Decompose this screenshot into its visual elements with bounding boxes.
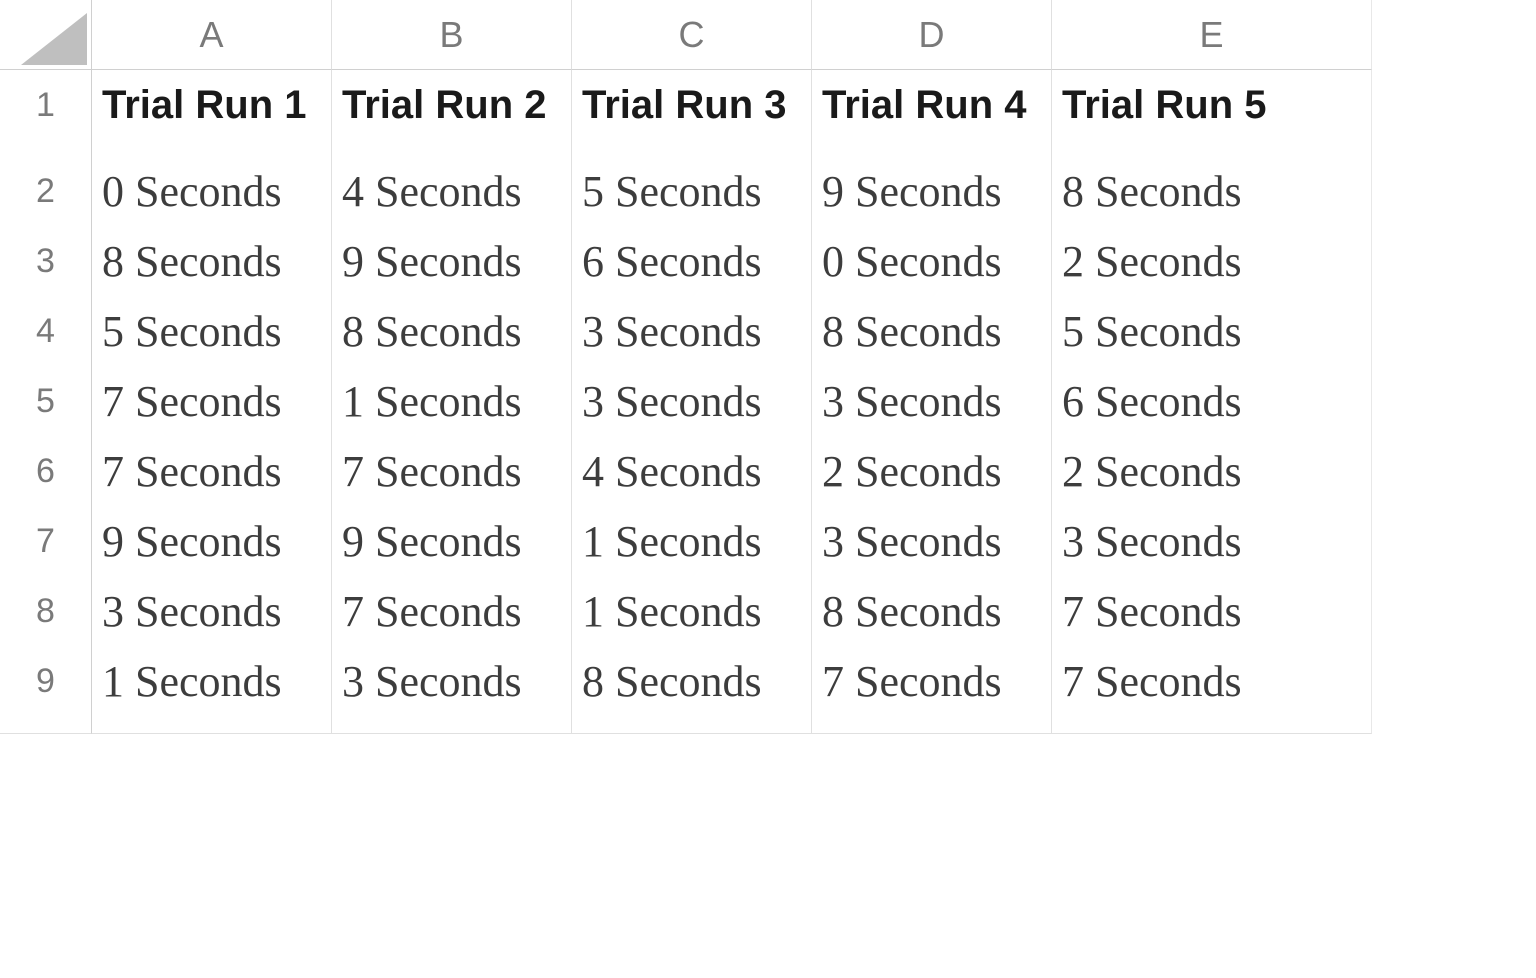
- cell-B9[interactable]: 3 Seconds: [332, 630, 572, 734]
- cell-A9[interactable]: 1 Seconds: [92, 630, 332, 734]
- cell-C1[interactable]: Trial Run 3: [572, 70, 812, 142]
- spreadsheet-grid[interactable]: A B C D E 1 Trial Run 1 Trial Run 2 Tria…: [0, 0, 1536, 700]
- cell-A1[interactable]: Trial Run 1: [92, 70, 332, 142]
- col-header-D[interactable]: D: [812, 0, 1052, 70]
- col-header-B[interactable]: B: [332, 0, 572, 70]
- select-all-corner[interactable]: [0, 0, 92, 70]
- row-header-1[interactable]: 1: [0, 70, 92, 142]
- cell-E1[interactable]: Trial Run 5: [1052, 70, 1372, 142]
- cell-B1[interactable]: Trial Run 2: [332, 70, 572, 142]
- col-header-C[interactable]: C: [572, 0, 812, 70]
- cell-C9[interactable]: 8 Seconds: [572, 630, 812, 734]
- cell-D9[interactable]: 7 Seconds: [812, 630, 1052, 734]
- col-header-A[interactable]: A: [92, 0, 332, 70]
- cell-E9[interactable]: 7 Seconds: [1052, 630, 1372, 734]
- row-header-9[interactable]: 9: [0, 630, 92, 734]
- cell-D1[interactable]: Trial Run 4: [812, 70, 1052, 142]
- col-header-E[interactable]: E: [1052, 0, 1372, 70]
